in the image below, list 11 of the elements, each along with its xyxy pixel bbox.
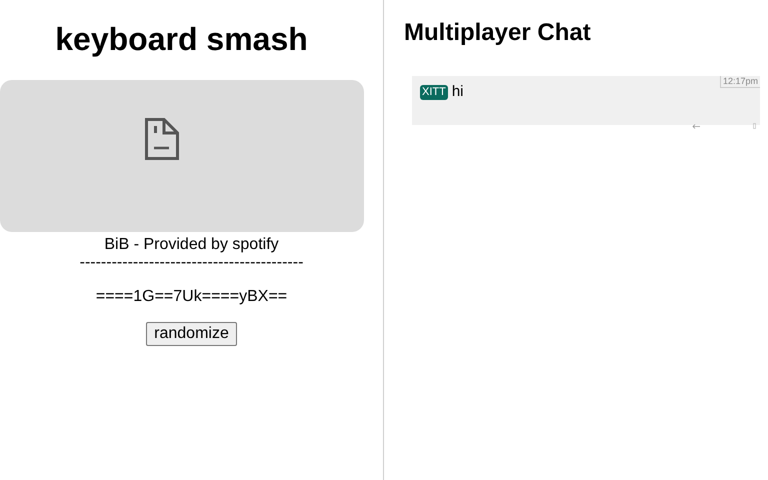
dash-divider: ------------------------------------------ (80, 254, 304, 272)
user-tag: XITT (420, 84, 448, 100)
randomize-button[interactable]: randomize (146, 322, 237, 346)
chat-title: Multiplayer Chat (404, 19, 592, 47)
message-text: hi (452, 83, 464, 101)
message-time: 12:17pm (720, 76, 760, 88)
code-text: ====1G==7Uk====yBX== (96, 288, 288, 306)
source-caption: BiB - Provided by spotify (104, 236, 279, 254)
page-title: keyboard smash (55, 20, 308, 59)
reply-icon[interactable] (692, 124, 700, 129)
broken-file-icon (145, 118, 179, 160)
